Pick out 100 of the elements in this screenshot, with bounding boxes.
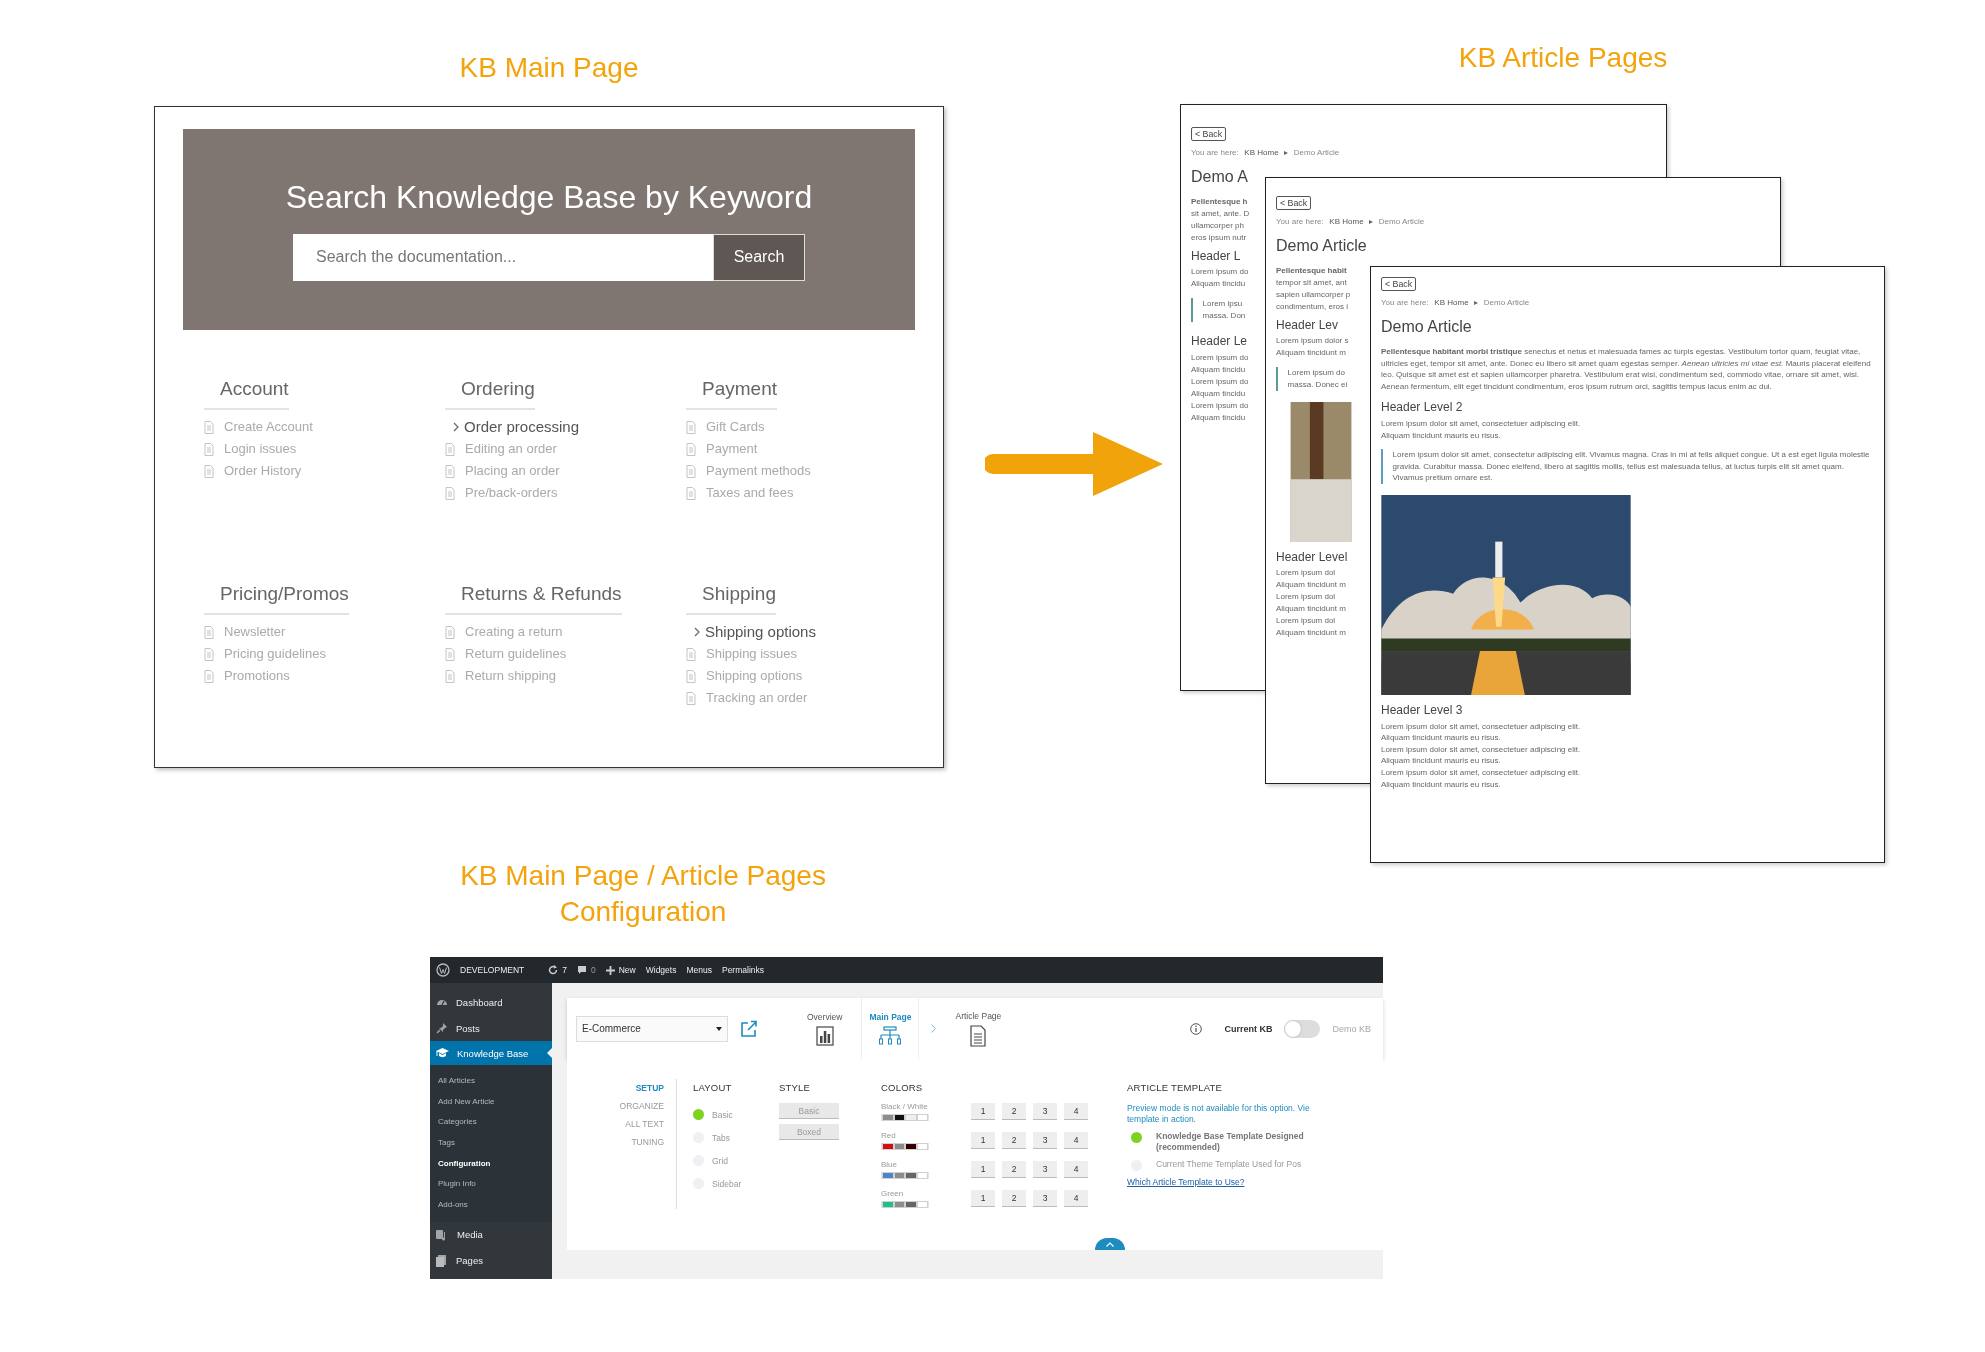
breadcrumb-link[interactable]: KB Home [1434, 298, 1469, 308]
category-title: Ordering [445, 378, 535, 410]
text-line: Lorem ipsum dol [1276, 591, 1337, 604]
hierarchy-icon [878, 1025, 903, 1046]
toolbar-link[interactable]: Permalinks [721, 965, 764, 975]
pushpin-icon [436, 1022, 448, 1034]
color-scheme-name: Green [881, 1189, 905, 1198]
preset-button[interactable]: 1 [971, 1190, 995, 1207]
preset-button[interactable]: 1 [971, 1103, 995, 1120]
updates-link[interactable]: 7 [548, 965, 567, 975]
page-tab[interactable]: Article Page [948, 998, 1009, 1059]
menu-item[interactable]: Dashboard [430, 989, 552, 1015]
preset-button[interactable]: 3 [1033, 1161, 1057, 1178]
blockquote: Lorem ipsum do massa. Donec ei [1276, 367, 1348, 391]
comments-link[interactable]: 0 [577, 965, 596, 975]
document-icon [686, 647, 696, 661]
preset-button[interactable]: 4 [1064, 1132, 1088, 1149]
subcategory-link[interactable]: Order processing [445, 418, 580, 436]
toolbar-link[interactable]: Menus [686, 965, 712, 975]
article-title: Demo A [1191, 168, 1248, 187]
info-icon [1190, 1022, 1203, 1035]
radio-button[interactable] [693, 1109, 704, 1120]
document-icon [204, 442, 214, 456]
preset-button[interactable]: 3 [1033, 1103, 1057, 1120]
submenu-item[interactable]: All Articles [430, 1071, 552, 1092]
submenu-item[interactable]: Add-ons [430, 1195, 552, 1216]
column-heading: COLORS [881, 1082, 924, 1093]
back-button[interactable]: < Back [1191, 127, 1227, 141]
menu-item[interactable]: Pages [430, 1247, 552, 1274]
breadcrumb-label: You are here: [1191, 148, 1239, 158]
back-button[interactable]: < Back [1276, 196, 1312, 210]
subcategory-link[interactable]: Shipping options [686, 623, 816, 641]
preset-button[interactable]: 4 [1064, 1103, 1088, 1120]
chevron-right-icon [453, 422, 459, 432]
settings-tab[interactable]: SETUP [635, 1079, 664, 1097]
section-title: KB Main Page / Article Pages Configuration [459, 859, 827, 929]
preset-button[interactable]: 1 [971, 1161, 995, 1178]
breadcrumb-link[interactable]: KB Home [1244, 148, 1279, 158]
preset-button[interactable]: 2 [1002, 1103, 1026, 1120]
menu-item[interactable]: Posts [430, 1015, 552, 1041]
text-line: Aliquam tincidu [1191, 411, 1247, 424]
document-icon [204, 464, 214, 478]
template-option[interactable]: Knowledge Base Template Designed (recommended) [1131, 1131, 1367, 1153]
text-line: Pellentesque habit [1276, 264, 1348, 277]
site-link[interactable]: DEVELOPMENT [460, 965, 525, 975]
submenu-item[interactable]: Add New Article [430, 1091, 552, 1113]
preset-button[interactable]: 4 [1064, 1190, 1088, 1207]
text-line: Lorem ipsum do [1191, 266, 1249, 279]
submenu-item[interactable]: Categories [430, 1112, 552, 1134]
radio-button[interactable] [1131, 1132, 1142, 1143]
preset-button[interactable]: 3 [1033, 1132, 1057, 1149]
column-heading: LAYOUT [693, 1082, 733, 1093]
article-heading: Header Le [1191, 334, 1248, 349]
column-heading: STYLE [779, 1082, 812, 1093]
toggle-label: Demo KB [1332, 1023, 1372, 1034]
document-icon [445, 442, 455, 456]
text-line: Aliquam tincidu [1191, 278, 1247, 291]
text-line: Aliquam tincidunt m [1276, 627, 1346, 640]
text-line: sit amet, ante. D [1191, 207, 1250, 220]
text-line: Aliquam tincidu [1191, 387, 1247, 400]
document-icon [686, 691, 696, 705]
breadcrumb-current: Demo Article [1483, 298, 1530, 308]
search-field[interactable]: Search the documentation... [293, 233, 713, 281]
kb-dropdown[interactable]: E-Commerce [576, 1015, 728, 1042]
back-button[interactable]: < Back [1381, 277, 1417, 291]
preset-button[interactable]: 2 [1002, 1161, 1026, 1178]
help-link[interactable]: Which Article Template to Use? [1127, 1177, 1245, 1187]
text-line: Lorem ipsum dolor sit amet, consectetuer adipiscing elit. [1381, 743, 1581, 756]
text-line: Pellentesque h [1191, 195, 1249, 208]
caret-up-icon [1106, 1241, 1114, 1247]
menu-item[interactable]: Media [430, 1221, 552, 1248]
toolbar-link[interactable]: Widgets [645, 965, 677, 975]
search-button[interactable]: Search [713, 233, 805, 281]
article-title: Demo Article [1381, 318, 1472, 337]
submenu-item[interactable]: Configuration [430, 1153, 552, 1175]
breadcrumb-arrow-icon [1369, 219, 1374, 224]
breadcrumb-link[interactable]: KB Home [1329, 217, 1364, 227]
document-icon [686, 420, 696, 434]
search-title: Search Knowledge Base by Keyword [285, 178, 813, 216]
menu-item[interactable]: Knowledge Base [430, 1041, 552, 1065]
text-line: ullamcorper ph [1191, 219, 1245, 232]
page-tab[interactable]: Overview [800, 998, 850, 1059]
text-line: Lorem ipsum do [1191, 351, 1249, 364]
toggle-switch[interactable] [1284, 1019, 1321, 1038]
submenu-item[interactable]: Plugin Info [430, 1174, 552, 1196]
speech-bubble-icon [577, 965, 587, 975]
preset-button[interactable]: 3 [1033, 1190, 1057, 1207]
pages-icon [436, 1254, 448, 1267]
document-icon [204, 669, 214, 683]
text-line: Aliquam tincidunt mauris eu risus. [1381, 732, 1502, 744]
preset-button[interactable]: 1 [971, 1132, 995, 1149]
new-link[interactable]: New [605, 965, 636, 975]
preset-button[interactable]: 2 [1002, 1190, 1026, 1207]
preset-button[interactable]: 2 [1002, 1132, 1026, 1149]
text-line: Aliquam tincidu [1191, 363, 1247, 376]
text-line: condimentum, eros i [1276, 300, 1350, 313]
submenu-item[interactable]: Tags [430, 1133, 552, 1154]
collapse-button[interactable] [1095, 1238, 1125, 1250]
column-heading: ARTICLE TEMPLATE [1127, 1082, 1224, 1093]
preset-button[interactable]: 4 [1064, 1161, 1088, 1178]
